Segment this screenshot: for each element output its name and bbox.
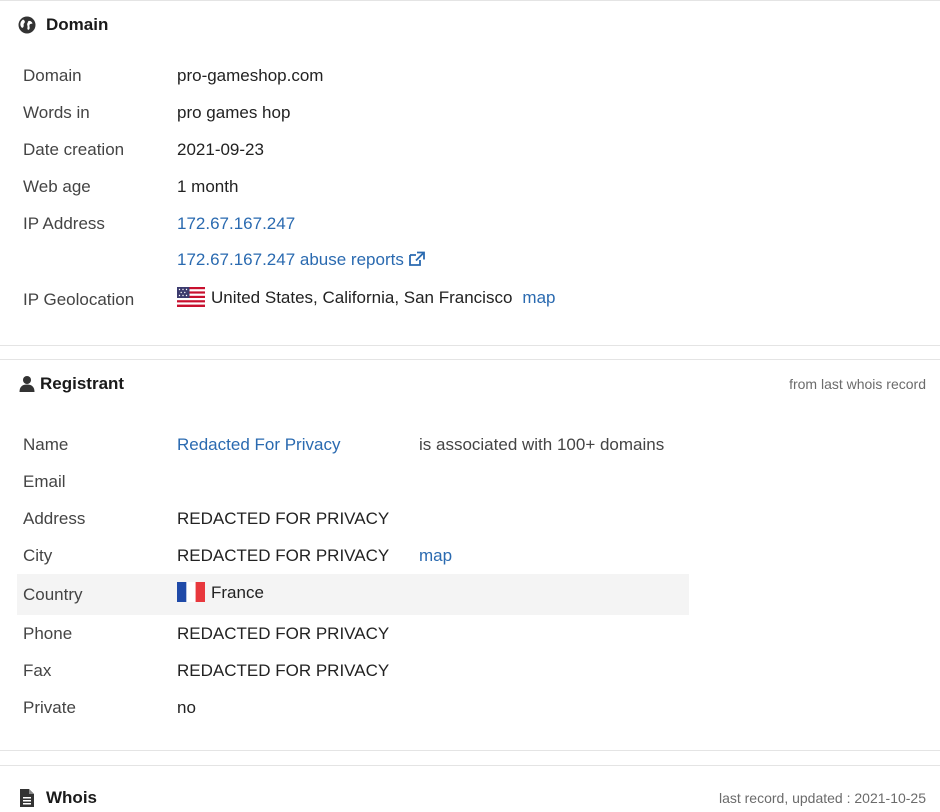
geo-map-link[interactable]: map <box>522 288 555 307</box>
label-domain: Domain <box>23 65 82 85</box>
value-email <box>177 463 419 500</box>
associated-domains: is associated with 100+ domains <box>419 434 665 454</box>
label-age: Web age <box>23 176 91 196</box>
label-words: Words in <box>23 102 90 122</box>
domain-table: Domain pro-gameshop.com Words in pro gam… <box>17 57 556 320</box>
value-address: REDACTED FOR PRIVACY <box>177 508 390 528</box>
registrant-name-link[interactable]: Redacted For Privacy <box>177 435 340 454</box>
row-email: Email <box>17 463 689 500</box>
whois-title: Whois <box>46 788 97 807</box>
us-flag-icon <box>177 287 205 312</box>
label-ip: IP Address <box>23 213 105 233</box>
row-abuse: 172.67.167.247 abuse reports <box>17 242 556 279</box>
domain-card: Domain Domain pro-gameshop.com Words in … <box>0 0 940 346</box>
value-geo: United States, California, San Francisco <box>211 288 513 307</box>
whois-note: last record, updated : 2021-10-25 <box>718 790 926 806</box>
label-name: Name <box>23 434 69 454</box>
label-city: City <box>23 545 53 565</box>
row-geo: IP Geolocation United States, California… <box>17 279 556 320</box>
label-created: Date creation <box>23 139 125 159</box>
value-phone: REDACTED FOR PRIVACY <box>177 623 390 643</box>
value-fax: REDACTED FOR PRIVACY <box>177 660 390 680</box>
page: Domain Domain pro-gameshop.com Words in … <box>0 0 940 812</box>
row-ip: IP Address 172.67.167.247 <box>17 205 556 242</box>
value-city: REDACTED FOR PRIVACY <box>177 545 390 565</box>
registrant-title: Registrant <box>40 374 125 393</box>
value-created: 2021-09-23 <box>177 139 264 159</box>
external-link-icon <box>408 251 426 272</box>
label-email: Email <box>23 471 66 491</box>
label-country: Country <box>17 574 177 615</box>
row-name: Name Redacted For Privacy is associated … <box>17 426 689 463</box>
registrant-table: Name Redacted For Privacy is associated … <box>17 426 689 726</box>
abuse-reports-label: 172.67.167.247 abuse reports <box>177 249 404 269</box>
value-domain: pro-gameshop.com <box>177 65 324 85</box>
ip-link[interactable]: 172.67.167.247 <box>177 214 295 233</box>
whois-card: Whois last record, updated : 2021-10-25 <box>0 765 940 812</box>
france-flag-icon <box>177 582 205 607</box>
row-age: Web age 1 month <box>17 168 556 205</box>
row-address: Address REDACTED FOR PRIVACY <box>17 500 689 537</box>
value-private: no <box>177 697 196 717</box>
row-country: Country France <box>17 574 689 615</box>
label-address: Address <box>23 508 86 528</box>
document-icon <box>17 788 37 808</box>
row-phone: Phone REDACTED FOR PRIVACY <box>17 615 689 652</box>
row-private: Private no <box>17 689 689 726</box>
registrant-note: from last whois record <box>789 376 926 392</box>
user-icon <box>17 374 37 394</box>
domain-title: Domain <box>46 15 109 34</box>
city-map-link[interactable]: map <box>419 546 452 565</box>
label-phone: Phone <box>23 623 73 643</box>
row-words: Words in pro games hop <box>17 94 556 131</box>
registrant-header: Registrant from last whois record <box>17 370 926 398</box>
row-city: City REDACTED FOR PRIVACY map <box>17 537 689 574</box>
value-country: France <box>211 583 264 602</box>
row-fax: Fax REDACTED FOR PRIVACY <box>17 652 689 689</box>
value-age: 1 month <box>177 176 239 196</box>
label-fax: Fax <box>23 660 52 680</box>
abuse-reports-link[interactable]: 172.67.167.247 abuse reports <box>177 250 426 269</box>
label-private: Private <box>23 697 76 717</box>
label-geo: IP Geolocation <box>23 289 135 309</box>
globe-icon <box>17 15 37 35</box>
row-domain: Domain pro-gameshop.com <box>17 57 556 94</box>
registrant-card: Registrant from last whois record Name R… <box>0 359 940 751</box>
value-words: pro games hop <box>177 102 291 122</box>
row-created: Date creation 2021-09-23 <box>17 131 556 168</box>
whois-header: Whois last record, updated : 2021-10-25 <box>17 784 926 812</box>
domain-header: Domain <box>17 11 926 39</box>
